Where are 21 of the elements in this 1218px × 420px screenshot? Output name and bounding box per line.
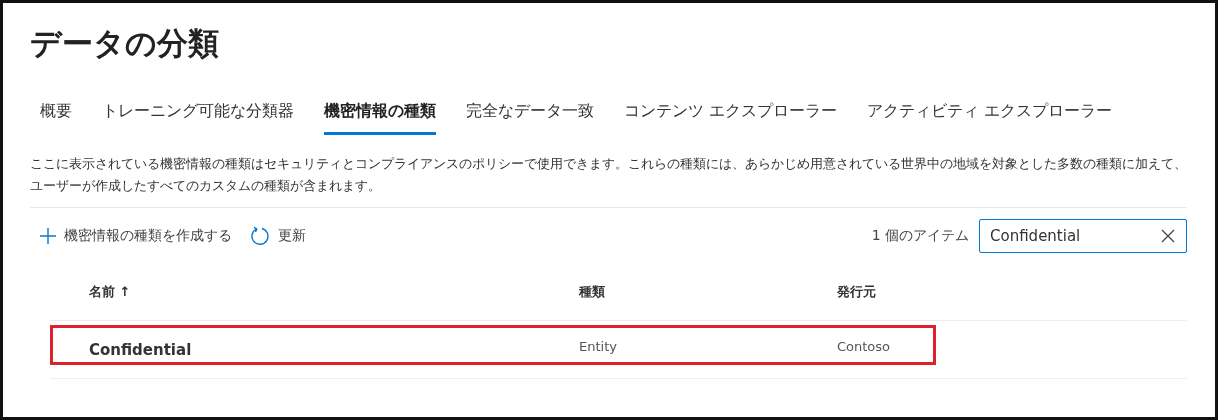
column-header[interactable]: 発行元 (798, 283, 1187, 301)
table-cell-text: Contoso (836, 338, 892, 354)
column-header[interactable]: 種類 (540, 283, 798, 301)
description-text: ここに表示されている機密情報の種類はセキュリティとコンプライアンスのポリシーで使用できます。これらの種類には、あらかじめ用意されている世界中の地域を対象とした多数の種類に加えて、ユーザーが作成したすべてのカスタムの種類が含まれます。 (30, 153, 1187, 208)
item-count: 1 個のアイテム (871, 227, 969, 245)
table-cell-text: Confidential (88, 340, 193, 359)
close-icon[interactable] (1161, 229, 1175, 243)
tab[interactable]: アクティビティ エクスプローラー (867, 95, 1113, 135)
tab[interactable]: 完全なデータ一致 (466, 95, 594, 135)
tab[interactable]: コンテンツ エクスプローラー (624, 95, 838, 135)
create-button[interactable]: 機密情報の種類を作成する (40, 225, 232, 247)
column-header[interactable]: 名前 ↑ (50, 283, 540, 301)
tab[interactable]: 機密情報の種類 (324, 95, 436, 135)
search-field[interactable]: Confidential (979, 219, 1187, 253)
plus-icon (40, 228, 56, 244)
tab[interactable]: トレーニング可能な分類器 (102, 95, 294, 135)
table-cell-text: Entity (578, 338, 618, 354)
page-title: データの分類 (30, 24, 220, 63)
tab[interactable]: 概要 (40, 95, 72, 135)
refresh-icon (250, 226, 270, 246)
refresh-button[interactable]: 更新 (250, 224, 306, 248)
